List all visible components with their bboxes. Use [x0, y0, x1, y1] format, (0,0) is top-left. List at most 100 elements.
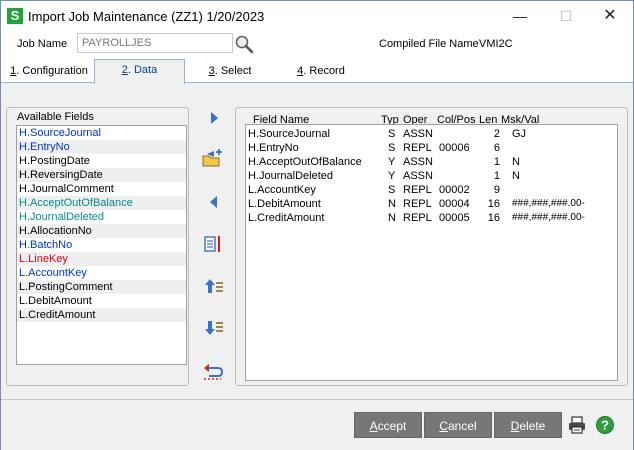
cell-msk-val: N: [512, 156, 520, 168]
list-item[interactable]: H.ReversingDate: [17, 168, 186, 182]
cell-oper: REPL: [403, 142, 432, 154]
maximize-button[interactable]: ☐: [543, 1, 589, 33]
cell-typ: S: [388, 184, 396, 196]
list-item[interactable]: L.AccountKey: [17, 266, 186, 280]
cell-col-pos: 00002: [439, 184, 470, 196]
list-item[interactable]: L.CreditAmount: [17, 308, 186, 322]
tab-strip: 1. Configuration 2. Data 3. Select 4. Re…: [1, 59, 633, 84]
table-row[interactable]: L.DebitAmount N REPL 00004 16 ###,###,##…: [246, 197, 617, 211]
list-item[interactable]: L.PostingComment: [17, 280, 186, 294]
accept-button[interactable]: Accept: [354, 412, 422, 438]
cell-field-name: H.EntryNo: [248, 142, 299, 154]
cell-field-name: H.SourceJournal: [248, 128, 330, 140]
tab-configuration-label: . Configuration: [16, 65, 88, 77]
job-name-label: Job Name: [17, 38, 68, 50]
cell-len: 16: [487, 198, 500, 210]
cell-msk-val: GJ: [512, 128, 527, 140]
minimize-button[interactable]: —: [497, 1, 543, 33]
compiled-file-name-label: Compiled File Name: [379, 38, 479, 50]
cell-field-name: H.AcceptOutOfBalance: [248, 156, 362, 168]
move-down-icon[interactable]: [202, 317, 226, 339]
cell-msk-val: ###,###,###.00-: [512, 198, 585, 209]
cell-typ: S: [388, 128, 396, 140]
cancel-label: ancel: [447, 419, 477, 433]
tab-select-label: . Select: [214, 65, 252, 77]
accept-label: ccept: [377, 419, 407, 433]
table-row[interactable]: L.CreditAmount N REPL 00005 16 ###,###,#…: [246, 211, 617, 225]
list-item[interactable]: H.EntryNo: [17, 140, 186, 154]
sage-app-icon: S: [7, 8, 23, 24]
compiled-file-name-value: VMI2C: [479, 38, 513, 50]
list-item[interactable]: H.AllocationNo: [17, 224, 186, 238]
cancel-key: C: [439, 419, 448, 433]
cell-len: 9: [493, 184, 500, 196]
cell-typ: Y: [388, 170, 396, 182]
undo-icon[interactable]: [201, 359, 225, 381]
tab-configuration[interactable]: 1. Configuration: [5, 62, 93, 82]
move-right-button[interactable]: [202, 107, 226, 129]
cell-msk-val: ###,###,###.00-: [512, 212, 585, 223]
tab-select[interactable]: 3. Select: [191, 62, 269, 82]
search-icon[interactable]: [234, 34, 254, 54]
available-fields-list[interactable]: H.SourceJournal H.EntryNo H.PostingDate …: [16, 125, 187, 365]
move-up-icon[interactable]: [202, 275, 226, 297]
add-field-icon[interactable]: [200, 147, 224, 169]
list-item[interactable]: H.AcceptOutOfBalance: [17, 196, 186, 210]
cell-oper: REPL: [403, 198, 432, 210]
import-job-maintenance-window: S Import Job Maintenance (ZZ1) 1/20/2023…: [0, 0, 634, 450]
window-title: Import Job Maintenance (ZZ1) 1/20/2023: [28, 9, 265, 24]
svg-text:?: ?: [601, 418, 609, 433]
cell-len: 2: [493, 128, 500, 140]
list-item[interactable]: H.PostingDate: [17, 154, 186, 168]
tab-data-label: . Data: [127, 64, 158, 76]
cell-len: 1: [493, 156, 500, 168]
available-fields-title: Available Fields: [17, 111, 94, 123]
list-item[interactable]: H.JournalComment: [17, 182, 186, 196]
cell-col-pos: 00004: [439, 198, 470, 210]
cell-oper: ASSN: [403, 156, 433, 168]
delete-button[interactable]: Delete: [494, 412, 562, 438]
tab-record-label: . Record: [303, 65, 345, 77]
list-item[interactable]: L.LineKey: [17, 252, 186, 266]
tab-record[interactable]: 4. Record: [281, 62, 361, 82]
list-item[interactable]: H.JournalDeleted: [17, 210, 186, 224]
cell-field-name: L.AccountKey: [248, 184, 316, 196]
delete-label: elete: [519, 419, 546, 433]
table-row[interactable]: H.EntryNo S REPL 00006 6: [246, 141, 617, 155]
list-item[interactable]: H.BatchNo: [17, 238, 186, 252]
cell-col-pos: 00005: [439, 212, 470, 224]
job-name-field[interactable]: PAYROLLJES: [77, 33, 233, 53]
cell-typ: S: [388, 142, 396, 154]
cell-field-name: L.DebitAmount: [248, 198, 321, 210]
data-fields-grid[interactable]: H.SourceJournal S ASSN 2 GJ H.EntryNo S …: [245, 124, 618, 381]
delete-key: D: [510, 419, 520, 433]
available-fields-panel: Available Fields H.SourceJournal H.Entry…: [6, 107, 189, 386]
list-item[interactable]: H.SourceJournal: [17, 126, 186, 140]
close-button[interactable]: ✕: [587, 1, 633, 33]
tab-data[interactable]: 2. Data: [94, 59, 185, 84]
cell-len: 6: [493, 142, 500, 154]
cell-len: 1: [493, 170, 500, 182]
cell-oper: REPL: [403, 212, 432, 224]
cell-oper: ASSN: [403, 128, 433, 140]
cell-typ: Y: [388, 156, 396, 168]
table-row[interactable]: H.SourceJournal S ASSN 2 GJ: [246, 127, 617, 141]
cancel-button[interactable]: Cancel: [424, 412, 492, 438]
cell-field-name: L.CreditAmount: [248, 212, 325, 224]
table-row[interactable]: L.AccountKey S REPL 00002 9: [246, 183, 617, 197]
printer-icon[interactable]: [567, 415, 587, 435]
table-row[interactable]: H.AcceptOutOfBalance Y ASSN 1 N: [246, 155, 617, 169]
cell-typ: N: [388, 198, 396, 210]
cell-oper: ASSN: [403, 170, 433, 182]
cell-len: 16: [487, 212, 500, 224]
list-item[interactable]: L.DebitAmount: [17, 294, 186, 308]
cell-msk-val: N: [512, 170, 520, 182]
cell-typ: N: [388, 212, 396, 224]
accept-key: A: [369, 419, 378, 433]
move-left-button[interactable]: [202, 191, 226, 213]
help-icon[interactable]: ?: [595, 415, 615, 435]
table-row[interactable]: H.JournalDeleted Y ASSN 1 N: [246, 169, 617, 183]
edit-field-icon[interactable]: [201, 233, 225, 255]
title-bar: S Import Job Maintenance (ZZ1) 1/20/2023…: [1, 1, 633, 33]
cell-oper: REPL: [403, 184, 432, 196]
